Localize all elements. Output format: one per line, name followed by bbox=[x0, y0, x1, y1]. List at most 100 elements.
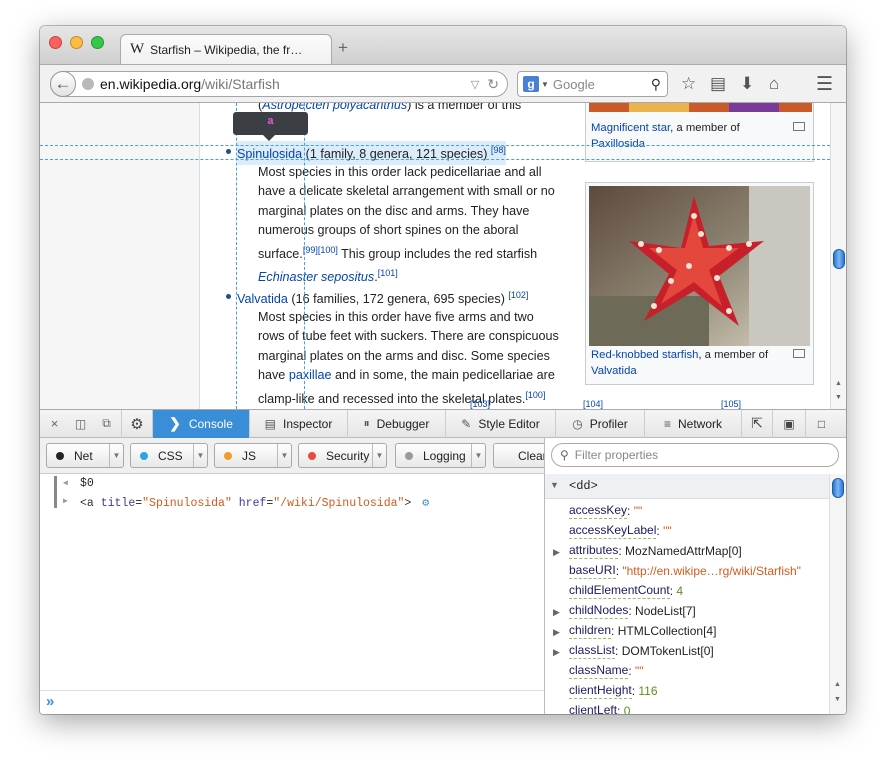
chevron-down-icon[interactable]: ▼ bbox=[109, 444, 123, 467]
dock-side-icon[interactable]: ◫ bbox=[69, 410, 92, 438]
props-header[interactable]: ▼ <dd> bbox=[545, 474, 829, 499]
link-magnificent-star[interactable]: Magnificent star bbox=[591, 122, 670, 134]
filter-security-button[interactable]: Security ▼ bbox=[298, 443, 387, 468]
scroll-down-icon[interactable]: ▼ bbox=[834, 696, 841, 703]
tab-profiler[interactable]: ◷ Profiler bbox=[556, 409, 645, 438]
chevron-down-icon[interactable]: ▼ bbox=[471, 444, 485, 467]
console-input[interactable]: » bbox=[40, 690, 544, 714]
chevron-down-icon[interactable]: ▼ bbox=[193, 444, 207, 467]
property-row[interactable]: ▶ childNodes: NodeList[7] bbox=[545, 602, 835, 622]
ref-105[interactable]: [105] bbox=[721, 399, 741, 409]
tab-style-editor[interactable]: ✎ Style Editor bbox=[446, 409, 556, 438]
settings-gear-icon[interactable]: ⚙ bbox=[122, 409, 153, 438]
expand-icon[interactable]: ▶ bbox=[553, 642, 560, 662]
red-knobbed-starfish-image[interactable] bbox=[589, 186, 810, 346]
props-scroll-thumb[interactable] bbox=[832, 478, 844, 498]
magnificent-star-image[interactable] bbox=[589, 103, 812, 112]
link-red-knobbed-starfish[interactable]: Red-knobbed starfish bbox=[591, 349, 698, 361]
page-scrollbar[interactable]: ▲ ▼ bbox=[830, 103, 846, 409]
property-row[interactable]: clientHeight: 116 bbox=[545, 682, 835, 702]
console-output[interactable]: ◀ $0 ▶ <a title="Spinulosida" href="/wik… bbox=[40, 474, 544, 690]
log-group-marker bbox=[54, 476, 57, 508]
ref-99-100[interactable]: [99][100] bbox=[303, 245, 338, 255]
new-tab-button[interactable]: + bbox=[338, 38, 348, 58]
dropdown-arrow-icon[interactable]: ▽ bbox=[471, 78, 479, 91]
search-input[interactable]: Google bbox=[553, 77, 651, 92]
tab-console[interactable]: ❯ Console bbox=[153, 409, 250, 438]
ref-104[interactable]: [104] bbox=[583, 399, 603, 409]
ref-100[interactable]: [100] bbox=[525, 390, 545, 400]
scroll-up-icon[interactable]: ▲ bbox=[834, 681, 841, 688]
tab-network[interactable]: ≡ Network bbox=[645, 409, 742, 438]
props-scrollbar[interactable]: ▲ ▼ bbox=[829, 474, 846, 714]
search-icon[interactable]: ⚲ bbox=[651, 76, 661, 93]
property-row[interactable]: ▶ classList: DOMTokenList[0] bbox=[545, 642, 835, 662]
ref-98[interactable]: [98] bbox=[491, 145, 506, 155]
attr-value: "Spinulosida" bbox=[142, 497, 232, 510]
ref-103[interactable]: [103] bbox=[470, 399, 490, 409]
link-valvatida[interactable]: Valvatida bbox=[237, 292, 288, 306]
back-arrow-icon[interactable]: ← bbox=[50, 71, 76, 97]
search-bar[interactable]: g ▼ Google ⚲ bbox=[517, 71, 668, 97]
zoom-window-button[interactable] bbox=[91, 36, 104, 49]
property-row[interactable]: clientLeft: 0 bbox=[545, 702, 835, 714]
url-bar[interactable]: ← en.wikipedia.org/wiki/Starfish ▽ ↻ bbox=[50, 71, 508, 97]
url-text[interactable]: en.wikipedia.org/wiki/Starfish bbox=[100, 76, 471, 92]
link-echinaster[interactable]: Echinaster sepositus bbox=[258, 270, 374, 284]
link-valvatida-caption[interactable]: Valvatida bbox=[591, 365, 637, 377]
property-row[interactable]: ▶ children: HTMLCollection[4] bbox=[545, 622, 835, 642]
home-icon[interactable]: ⌂ bbox=[769, 74, 779, 94]
reload-icon[interactable]: ↻ bbox=[487, 76, 499, 93]
link-paxillosida[interactable]: Paxillosida bbox=[591, 138, 645, 150]
link-paxillae[interactable]: paxillae bbox=[289, 368, 332, 382]
filter-css-button[interactable]: CSS ▼ bbox=[130, 443, 208, 468]
collapse-icon[interactable]: ▼ bbox=[550, 480, 559, 490]
property-row[interactable]: accessKey: "" bbox=[545, 502, 835, 522]
expand-icon[interactable]: ▶ bbox=[553, 622, 560, 642]
tab-starfish[interactable]: W Starfish – Wikipedia, the fr… bbox=[120, 34, 332, 64]
page-scroll-thumb[interactable] bbox=[833, 249, 845, 269]
property-row[interactable]: ▶ attributes: MozNamedAttrMap[0] bbox=[545, 542, 835, 562]
filter-logging-button[interactable]: Logging ▼ bbox=[395, 443, 486, 468]
property-value: : "" bbox=[627, 502, 642, 520]
ref-101[interactable]: [101] bbox=[378, 268, 398, 278]
close-devtools-icon[interactable]: × bbox=[40, 410, 69, 438]
value-text: "" bbox=[635, 664, 644, 678]
scratchpad-icon[interactable]: ▣ bbox=[773, 409, 806, 438]
expand-icon[interactable]: ▶ bbox=[553, 542, 560, 562]
node-inspect-icon[interactable]: ⚙ bbox=[422, 497, 429, 510]
enlarge-icon[interactable] bbox=[793, 122, 805, 131]
filter-js-button[interactable]: JS ▼ bbox=[214, 443, 292, 468]
tab-debugger[interactable]: ⏸ Debugger bbox=[348, 409, 446, 438]
scroll-up-icon[interactable]: ▲ bbox=[835, 380, 842, 387]
scroll-down-icon[interactable]: ▼ bbox=[835, 394, 842, 401]
chevron-down-icon[interactable]: ▼ bbox=[372, 444, 386, 467]
bookmarks-menu-icon[interactable]: ▤ bbox=[710, 74, 726, 94]
enlarge-icon[interactable] bbox=[793, 349, 805, 358]
element-picker-icon[interactable]: ⇱ bbox=[742, 409, 773, 438]
filter-net-button[interactable]: Net ▼ bbox=[46, 443, 124, 468]
property-row[interactable]: baseURI: "http://en.wikipe…rg/wiki/Starf… bbox=[545, 562, 835, 582]
tab-inspector[interactable]: ▤ Inspector bbox=[250, 409, 348, 438]
responsive-mode-icon[interactable]: □ bbox=[806, 410, 837, 438]
download-icon[interactable]: ⬇ bbox=[740, 74, 754, 94]
menu-icon[interactable]: ☰ bbox=[816, 73, 833, 96]
inspector-icon: ▤ bbox=[264, 416, 276, 431]
expand-icon[interactable]: ▶ bbox=[553, 602, 560, 622]
bookmark-star-icon[interactable]: ☆ bbox=[681, 74, 696, 94]
google-icon[interactable]: g bbox=[523, 76, 539, 92]
minimize-window-button[interactable] bbox=[70, 36, 83, 49]
property-row[interactable]: className: "" bbox=[545, 662, 835, 682]
ref-102[interactable]: [102] bbox=[508, 290, 528, 300]
link-astropecten[interactable]: Astropecten polyacanthus bbox=[262, 103, 407, 112]
undock-icon[interactable]: ⧉ bbox=[92, 409, 122, 438]
close-window-button[interactable] bbox=[49, 36, 62, 49]
chevron-down-icon[interactable]: ▼ bbox=[277, 444, 291, 467]
console-output-line[interactable]: <a title="Spinulosida" href="/wiki/Spinu… bbox=[80, 495, 429, 510]
property-row[interactable]: childElementCount: 4 bbox=[545, 582, 835, 602]
property-row[interactable]: accessKeyLabel: "" bbox=[545, 522, 835, 542]
property-key: attributes bbox=[569, 543, 619, 559]
filter-properties-input[interactable]: ⚲ Filter properties bbox=[551, 443, 839, 467]
chevron-down-icon[interactable]: ▼ bbox=[541, 80, 549, 89]
tab-title: Starfish – Wikipedia, the fr… bbox=[150, 42, 303, 57]
